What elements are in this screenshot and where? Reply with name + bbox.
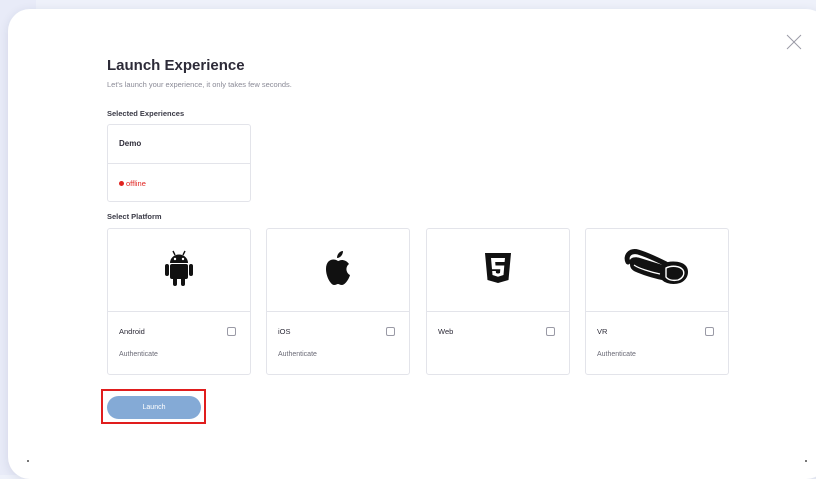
experience-name: Demo <box>119 139 142 148</box>
html5-icon <box>484 252 512 289</box>
platform-card-android[interactable]: Android Authenticate <box>107 228 251 375</box>
platform-name: Android <box>119 327 145 336</box>
apple-icon <box>323 250 353 291</box>
platform-card-web[interactable]: Web <box>426 228 570 375</box>
android-icon <box>164 249 194 292</box>
vr-checkbox[interactable] <box>705 327 714 336</box>
android-checkbox[interactable] <box>227 327 236 336</box>
platform-name: VR <box>597 327 608 336</box>
close-icon[interactable] <box>786 34 802 50</box>
selected-experiences-label: Selected Experiences <box>107 109 185 118</box>
platform-card-ios[interactable]: iOS Authenticate <box>266 228 410 375</box>
corner-mark <box>27 460 29 462</box>
modal-title: Launch Experience <box>107 57 245 74</box>
status-dot-icon <box>119 181 124 186</box>
vr-headset-icon <box>622 244 692 297</box>
platform-name: Web <box>438 327 454 336</box>
status-text: offline <box>126 179 146 188</box>
corner-mark <box>805 460 807 462</box>
platform-auth: Authenticate <box>119 351 158 358</box>
web-checkbox[interactable] <box>546 327 555 336</box>
platform-auth: Authenticate <box>278 351 317 358</box>
experience-card: Demo offline <box>107 124 251 202</box>
platform-card-vr[interactable]: VR Authenticate <box>585 228 729 375</box>
modal-subtitle: Let's launch your experience, it only ta… <box>107 80 292 89</box>
platform-name: iOS <box>278 327 291 336</box>
divider <box>108 163 250 164</box>
platform-auth: Authenticate <box>597 351 636 358</box>
select-platform-label: Select Platform <box>107 212 162 221</box>
ios-checkbox[interactable] <box>386 327 395 336</box>
status-badge: offline <box>119 179 146 188</box>
launch-button[interactable]: Launch <box>107 396 201 419</box>
